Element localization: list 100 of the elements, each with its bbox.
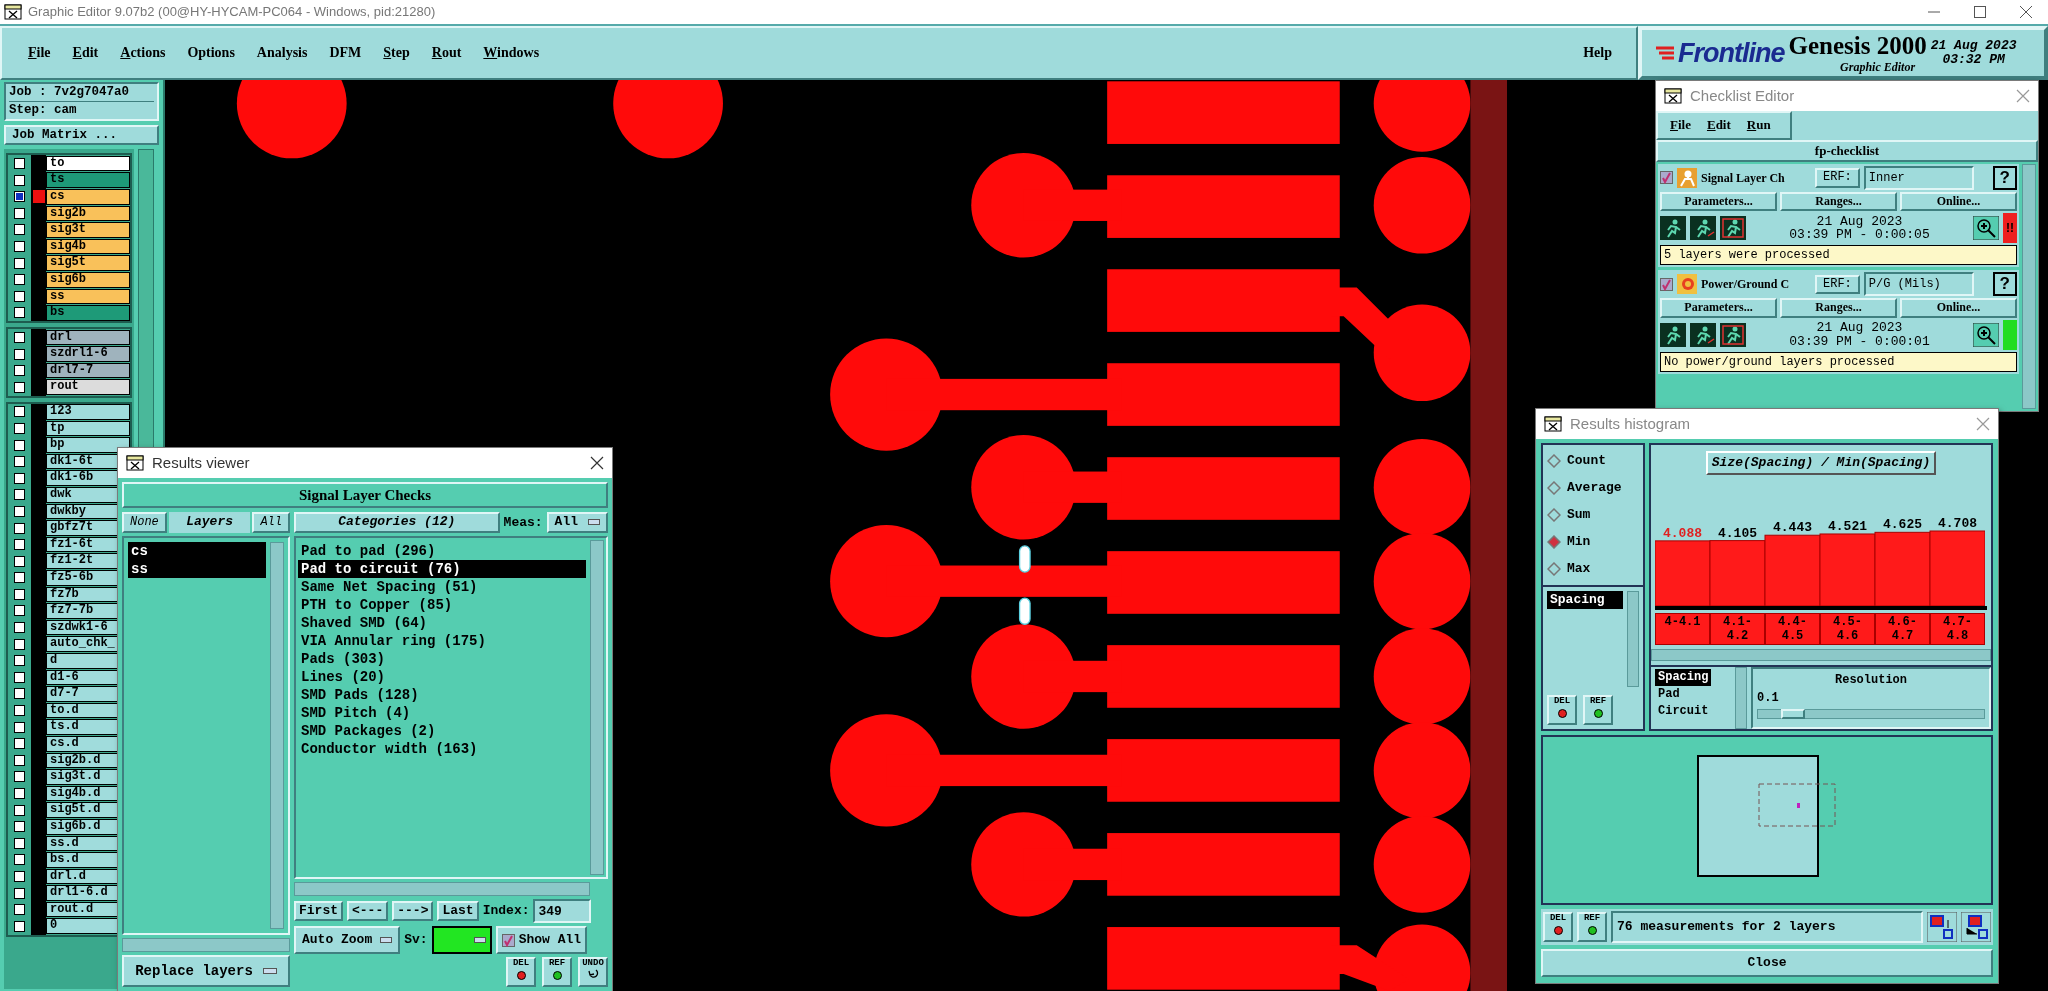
layer-name[interactable]: sig6b bbox=[46, 271, 130, 288]
layer-checkbox[interactable] bbox=[14, 821, 25, 833]
erf-field[interactable]: Inner bbox=[1863, 165, 1974, 190]
tool-button[interactable]: UNDO bbox=[578, 957, 608, 987]
layer-checkbox[interactable] bbox=[14, 158, 25, 170]
layer-name[interactable]: szdrl1-6 bbox=[46, 346, 130, 362]
radio-diamond-icon[interactable] bbox=[1547, 508, 1561, 522]
mode-radio[interactable]: Average bbox=[1547, 476, 1639, 500]
menu-item[interactable]: Edit bbox=[66, 43, 105, 63]
layer-checkbox[interactable] bbox=[14, 572, 25, 584]
erf-field[interactable]: P/G (Mils) bbox=[1863, 272, 1974, 297]
layer-checkbox[interactable] bbox=[14, 705, 25, 717]
type-item[interactable]: Pad bbox=[1655, 686, 1683, 703]
layer-checkbox[interactable] bbox=[14, 887, 25, 899]
radio-diamond-icon[interactable] bbox=[1547, 562, 1561, 576]
horizontal-scrollbar[interactable] bbox=[122, 938, 290, 952]
layer-checkbox[interactable] bbox=[14, 721, 25, 733]
tool-button[interactable]: DEL bbox=[1543, 911, 1573, 942]
layer-name[interactable]: 123 bbox=[46, 404, 130, 420]
layer-checkbox[interactable] bbox=[14, 257, 25, 269]
job-matrix-button[interactable]: Job Matrix ... bbox=[4, 125, 159, 146]
runner-icon[interactable] bbox=[1690, 216, 1716, 241]
category-item[interactable]: Same Net Spacing (51) bbox=[298, 577, 586, 596]
layer-checkbox[interactable] bbox=[14, 505, 25, 517]
vertical-scrollbar[interactable] bbox=[1735, 667, 1747, 729]
menu-item[interactable]: Windows bbox=[477, 43, 546, 63]
layer-checkbox[interactable] bbox=[14, 904, 25, 916]
layer-checkbox[interactable] bbox=[14, 241, 25, 252]
layer-checkbox[interactable] bbox=[14, 522, 25, 534]
vertical-scrollbar[interactable] bbox=[270, 541, 284, 929]
layer-name[interactable]: sig3t bbox=[46, 222, 130, 238]
menu-item[interactable]: Step bbox=[377, 43, 416, 63]
layer-name[interactable]: to bbox=[46, 155, 130, 172]
layer-name[interactable]: ss bbox=[46, 288, 130, 305]
horizontal-scrollbar[interactable] bbox=[1651, 649, 1991, 661]
show-all-checkbox[interactable]: Show All bbox=[495, 926, 588, 954]
layer-checkbox[interactable] bbox=[14, 456, 25, 468]
navigation-button[interactable]: ---> bbox=[392, 900, 434, 922]
layer-name[interactable]: sig4b bbox=[46, 238, 130, 255]
menu-item[interactable]: DFM bbox=[323, 43, 368, 63]
mode-radio[interactable]: Sum bbox=[1547, 503, 1639, 527]
action-button[interactable]: Online... bbox=[1900, 298, 2017, 319]
runner-icon[interactable] bbox=[1660, 323, 1686, 348]
horizontal-scrollbar[interactable] bbox=[294, 882, 590, 896]
menu-item[interactable]: Options bbox=[181, 43, 241, 63]
layer-checkbox[interactable] bbox=[14, 274, 25, 286]
mode-radio[interactable]: Min bbox=[1547, 530, 1639, 554]
layer-checkbox[interactable] bbox=[14, 439, 25, 451]
layer-checkbox[interactable] bbox=[14, 207, 25, 219]
category-item[interactable]: SMD Packages (2) bbox=[298, 721, 586, 740]
tool-button[interactable]: REF bbox=[542, 957, 572, 987]
menu-item[interactable]: Actions bbox=[114, 43, 172, 63]
menu-item[interactable]: Rout bbox=[425, 43, 468, 63]
layer-checkbox[interactable] bbox=[14, 224, 25, 236]
all-button[interactable]: All bbox=[252, 512, 290, 533]
layer-name[interactable]: drl bbox=[46, 329, 130, 346]
layer-name[interactable]: sig5t bbox=[46, 255, 130, 271]
zoom-icon[interactable] bbox=[1973, 216, 1999, 241]
category-item[interactable]: Shaved SMD (64) bbox=[298, 613, 586, 632]
layer-checkbox[interactable] bbox=[14, 605, 25, 617]
tool-button[interactable]: DEL bbox=[506, 957, 536, 987]
close-icon[interactable] bbox=[2018, 4, 2034, 20]
layer-checkbox[interactable] bbox=[14, 622, 25, 634]
layer-checkbox[interactable] bbox=[14, 489, 25, 501]
radio-diamond-icon[interactable] bbox=[1547, 481, 1561, 495]
navigation-button[interactable]: <--- bbox=[347, 900, 389, 922]
maximize-icon[interactable] bbox=[1972, 4, 1988, 20]
category-item[interactable]: PTH to Copper (85) bbox=[298, 595, 586, 614]
type-item[interactable]: Spacing bbox=[1655, 669, 1712, 686]
runner-icon[interactable] bbox=[1690, 323, 1716, 348]
layer-checkbox[interactable] bbox=[14, 555, 25, 567]
layer-checkbox[interactable] bbox=[14, 406, 25, 418]
type-item[interactable]: Circuit bbox=[1655, 703, 1712, 720]
index-field[interactable]: 349 bbox=[533, 899, 592, 923]
layer-checkbox[interactable] bbox=[14, 671, 25, 683]
help-menu[interactable]: Help bbox=[1577, 43, 1618, 63]
close-icon[interactable] bbox=[590, 456, 604, 470]
layer-checkbox[interactable] bbox=[14, 348, 25, 360]
layer-name[interactable]: sig2b bbox=[46, 205, 130, 222]
severity-color-dropdown[interactable] bbox=[431, 926, 492, 954]
help-button[interactable]: ? bbox=[1992, 165, 2017, 190]
layer-name[interactable]: drl7-7 bbox=[46, 362, 130, 379]
layer-checkbox[interactable] bbox=[14, 588, 25, 600]
navigation-button[interactable]: First bbox=[294, 900, 343, 922]
mode-radio[interactable]: Count bbox=[1547, 449, 1639, 473]
layer-checkbox[interactable] bbox=[14, 854, 25, 866]
category-item[interactable]: Pads (303) bbox=[298, 649, 586, 668]
layer-checkbox[interactable] bbox=[14, 381, 25, 393]
slider-thumb[interactable] bbox=[1780, 709, 1805, 719]
action-button[interactable]: Ranges... bbox=[1780, 298, 1897, 319]
layer-checkbox[interactable] bbox=[14, 365, 25, 377]
vertical-scrollbar[interactable] bbox=[2022, 163, 2036, 409]
replace-layers-dropdown[interactable]: Replace layers bbox=[122, 955, 290, 987]
none-button[interactable]: None bbox=[122, 512, 167, 533]
layer-checkbox[interactable] bbox=[14, 754, 25, 766]
layer-name[interactable]: bp bbox=[46, 437, 130, 453]
layer-checkbox[interactable] bbox=[14, 655, 25, 667]
checkbox-icon[interactable] bbox=[1660, 278, 1673, 291]
layer-checkbox[interactable] bbox=[14, 307, 25, 319]
category-item[interactable]: SMD Pads (128) bbox=[298, 685, 586, 704]
